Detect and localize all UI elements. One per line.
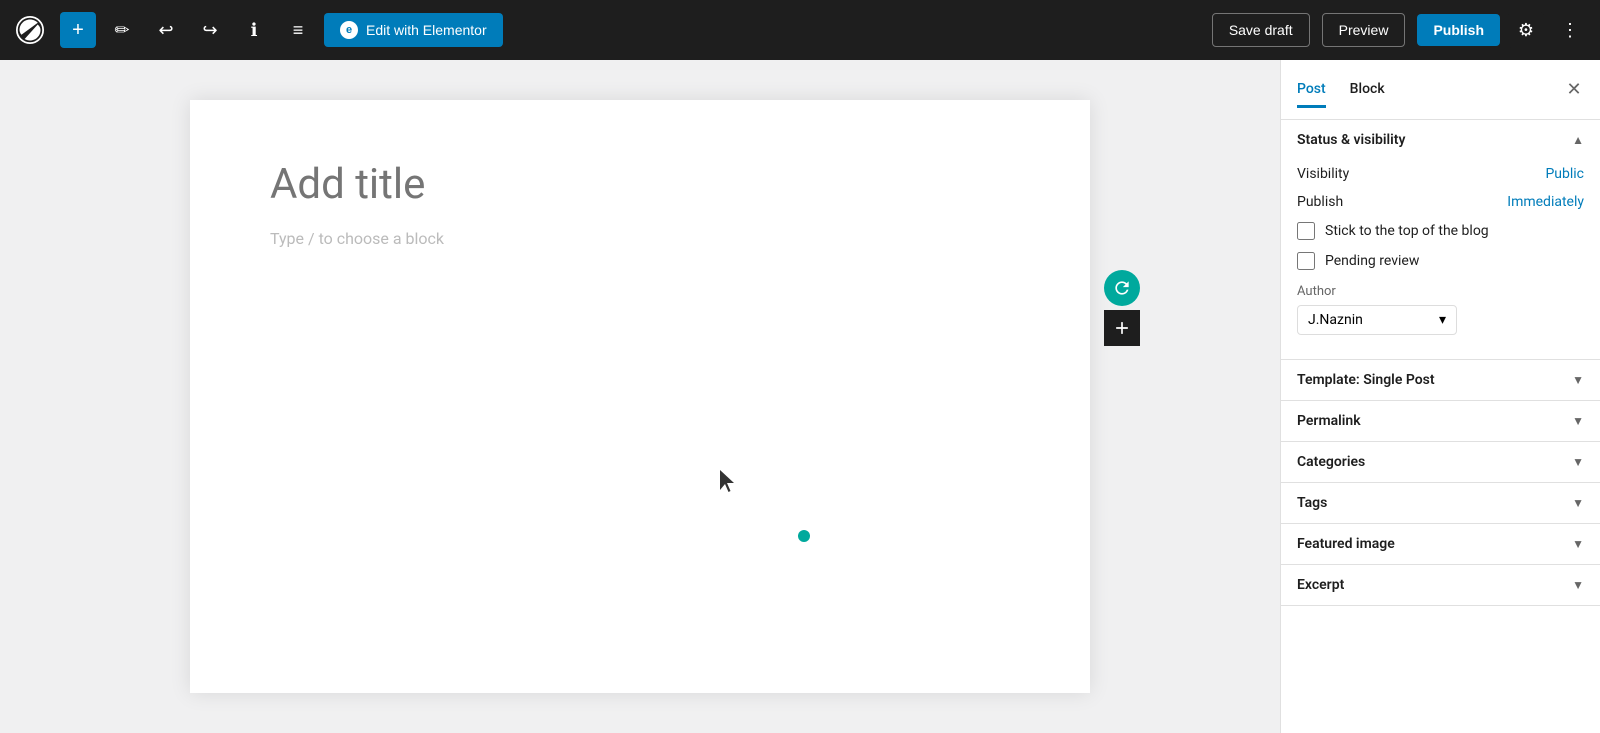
section-status-content: Visibility Public Publish Immediately St… (1281, 160, 1600, 359)
visibility-label: Visibility (1297, 166, 1349, 182)
menu-button[interactable]: ≡ (280, 12, 316, 48)
refresh-icon (1112, 278, 1132, 298)
stick-to-top-label[interactable]: Stick to the top of the blog (1325, 223, 1489, 239)
section-excerpt: Excerpt ▼ (1281, 565, 1600, 606)
section-categories-header[interactable]: Categories ▼ (1281, 442, 1600, 482)
section-featured-image-header[interactable]: Featured image ▼ (1281, 524, 1600, 564)
chevron-up-icon: ▲ (1572, 133, 1584, 147)
block-placeholder[interactable]: Type / to choose a block (270, 229, 1010, 248)
preview-button[interactable]: Preview (1322, 13, 1406, 47)
pencil-icon: ✏ (114, 20, 129, 41)
section-featured-image: Featured image ▼ (1281, 524, 1600, 565)
cursor (720, 470, 740, 498)
section-status-visibility: Status & visibility ▲ Visibility Public … (1281, 120, 1600, 360)
section-tags: Tags ▼ (1281, 483, 1600, 524)
section-tags-header[interactable]: Tags ▼ (1281, 483, 1600, 523)
section-status-title: Status & visibility (1297, 132, 1405, 148)
section-tags-title: Tags (1297, 495, 1327, 511)
author-chevron-icon: ▾ (1439, 312, 1446, 328)
section-excerpt-header[interactable]: Excerpt ▼ (1281, 565, 1600, 605)
tab-post[interactable]: Post (1297, 73, 1326, 108)
undo-icon: ↩ (158, 20, 173, 41)
redo-button[interactable]: ↪ (192, 12, 228, 48)
author-select[interactable]: J.Naznin ▾ (1297, 305, 1457, 335)
section-status-header[interactable]: Status & visibility ▲ (1281, 120, 1600, 160)
section-template-title: Template: Single Post (1297, 372, 1435, 388)
more-options-button[interactable]: ⋮ (1552, 12, 1588, 48)
gear-icon: ⚙ (1518, 20, 1534, 41)
publish-button[interactable]: Publish (1417, 14, 1500, 46)
sidebar-close-button[interactable]: ✕ (1560, 76, 1588, 104)
info-icon: ℹ (251, 20, 258, 41)
wp-logo[interactable] (12, 12, 48, 48)
add-block-button[interactable]: + (60, 12, 96, 48)
chevron-down-icon: ▼ (1572, 537, 1584, 551)
author-value: J.Naznin (1308, 312, 1363, 328)
chevron-down-icon: ▼ (1572, 414, 1584, 428)
fab-circle-button[interactable] (1104, 270, 1140, 306)
main-area: Type / to choose a block (0, 60, 1600, 733)
pending-review-label[interactable]: Pending review (1325, 253, 1419, 269)
redo-icon: ↪ (202, 20, 217, 41)
undo-button[interactable]: ↩ (148, 12, 184, 48)
add-icon (1112, 318, 1132, 338)
toolbar: + ✏ ↩ ↪ ℹ ≡ e Edit with Elementor Save d… (0, 0, 1600, 60)
sidebar: Post Block ✕ Status & visibility ▲ Visib… (1280, 60, 1600, 733)
pending-review-row: Pending review (1297, 246, 1584, 276)
post-title-input[interactable] (270, 160, 1010, 209)
sidebar-header: Post Block ✕ (1281, 60, 1600, 120)
elementor-icon: e (340, 21, 358, 39)
close-icon: ✕ (1566, 79, 1581, 100)
editor-area: Type / to choose a block (0, 60, 1280, 733)
author-section: Author J.Naznin ▾ (1297, 276, 1584, 343)
editor-canvas: Type / to choose a block (190, 100, 1090, 693)
green-status-dot (798, 530, 810, 542)
visibility-row: Visibility Public (1297, 160, 1584, 188)
elementor-label: Edit with Elementor (366, 22, 487, 38)
section-categories-title: Categories (1297, 454, 1365, 470)
more-icon: ⋮ (1561, 20, 1579, 41)
section-featured-image-title: Featured image (1297, 536, 1395, 552)
section-categories: Categories ▼ (1281, 442, 1600, 483)
info-button[interactable]: ℹ (236, 12, 272, 48)
section-permalink: Permalink ▼ (1281, 401, 1600, 442)
save-draft-button[interactable]: Save draft (1212, 13, 1310, 47)
save-draft-label: Save draft (1229, 22, 1293, 38)
edit-button[interactable]: ✏ (104, 12, 140, 48)
publish-value[interactable]: Immediately (1507, 194, 1584, 210)
section-permalink-title: Permalink (1297, 413, 1361, 429)
publish-row: Publish Immediately (1297, 188, 1584, 216)
chevron-down-icon: ▼ (1572, 455, 1584, 469)
stick-to-top-row: Stick to the top of the blog (1297, 216, 1584, 246)
section-permalink-header[interactable]: Permalink ▼ (1281, 401, 1600, 441)
section-template-header[interactable]: Template: Single Post ▼ (1281, 360, 1600, 400)
tab-block[interactable]: Block (1350, 73, 1385, 108)
menu-icon: ≡ (293, 20, 304, 41)
section-excerpt-title: Excerpt (1297, 577, 1344, 593)
plus-icon: + (72, 19, 84, 42)
visibility-value[interactable]: Public (1545, 166, 1584, 182)
pending-review-checkbox[interactable] (1297, 252, 1315, 270)
chevron-down-icon: ▼ (1572, 496, 1584, 510)
settings-button[interactable]: ⚙ (1508, 12, 1544, 48)
chevron-down-icon: ▼ (1572, 578, 1584, 592)
fab-add-button[interactable] (1104, 310, 1140, 346)
publish-label: Publish (1297, 194, 1343, 210)
publish-label: Publish (1433, 22, 1484, 38)
author-label: Author (1297, 284, 1584, 299)
stick-to-top-checkbox[interactable] (1297, 222, 1315, 240)
edit-with-elementor-button[interactable]: e Edit with Elementor (324, 13, 503, 47)
preview-label: Preview (1339, 22, 1389, 38)
chevron-down-icon: ▼ (1572, 373, 1584, 387)
section-template: Template: Single Post ▼ (1281, 360, 1600, 401)
floating-actions (1104, 270, 1140, 346)
